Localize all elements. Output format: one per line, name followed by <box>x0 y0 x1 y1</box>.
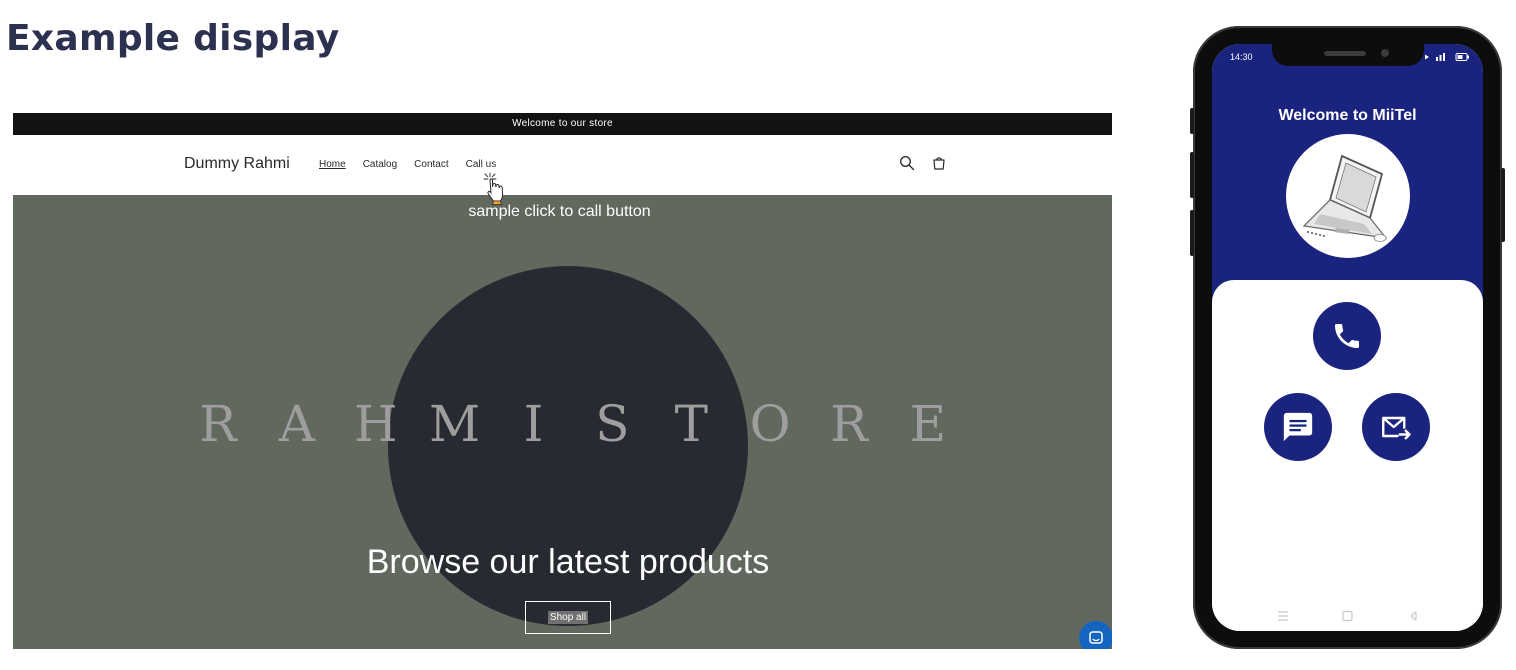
brand-letter: R <box>830 395 868 453</box>
store-nav: Home Catalog Contact Call us <box>319 159 496 170</box>
store-screenshot: Welcome to our store Dummy Rahmi Home Ca… <box>13 113 1112 649</box>
phone-screen: 14:30 Welcome to MiiTel <box>1212 44 1483 631</box>
call-button[interactable] <box>1313 302 1381 370</box>
brand-letter: I <box>523 395 544 453</box>
page-heading: Example display <box>6 18 340 59</box>
hand-pointer-icon <box>483 172 504 205</box>
cart-icon[interactable] <box>931 155 947 171</box>
chat-widget-button[interactable] <box>1079 621 1112 649</box>
phone-header: 14:30 Welcome to MiiTel <box>1212 44 1483 306</box>
mail-forward-icon <box>1382 416 1411 440</box>
welcome-title: Welcome to MiiTel <box>1278 107 1417 124</box>
brand-letter: H <box>353 395 398 453</box>
email-button[interactable] <box>1362 393 1430 461</box>
hero-title: Browse our latest products <box>366 543 770 581</box>
announcement-bar: Welcome to our store <box>13 113 1112 135</box>
brand-letter: S <box>595 395 630 453</box>
hero-banner: sample click to call button R A H M I S … <box>13 195 1112 649</box>
brand-letter: A <box>278 395 315 453</box>
store-logo-text[interactable]: Dummy Rahmi <box>184 155 290 173</box>
brand-letter: E <box>909 395 947 453</box>
phone-side-button <box>1190 108 1194 134</box>
brand-letter: T <box>674 395 708 453</box>
shop-all-label: Shop all <box>547 611 589 624</box>
brand-letter: O <box>749 395 791 453</box>
phone-icon <box>1335 324 1359 348</box>
chat-icon <box>1089 631 1103 644</box>
phone-side-button <box>1190 152 1194 198</box>
brand-letter: R <box>199 395 237 453</box>
shop-all-button[interactable]: Shop all <box>525 601 611 634</box>
brand-letter: M <box>429 395 481 453</box>
search-icon[interactable] <box>899 155 915 171</box>
notch-camera <box>1381 49 1389 57</box>
nav-catalog[interactable]: Catalog <box>363 159 397 170</box>
nav-call-us[interactable]: Call us <box>466 159 497 170</box>
sms-button[interactable] <box>1264 393 1332 461</box>
store-header: Dummy Rahmi Home Catalog Contact Call us <box>13 135 1112 195</box>
notch-speaker <box>1324 51 1366 56</box>
phone-notch <box>1272 44 1424 66</box>
nav-contact[interactable]: Contact <box>414 159 448 170</box>
hero-brand-wordmark: R A H M I S T O R E <box>188 395 958 453</box>
android-nav-bar <box>1278 610 1417 622</box>
status-time: 14:30 <box>1230 52 1253 62</box>
status-icons <box>1425 53 1469 61</box>
contact-card <box>1212 280 1483 631</box>
phone-power-button <box>1501 168 1505 242</box>
call-button-callout: sample click to call button <box>468 203 651 220</box>
nav-home[interactable]: Home <box>319 159 346 170</box>
phone-mockup: 14:30 Welcome to MiiTel <box>1190 26 1505 649</box>
phone-side-button <box>1190 210 1194 256</box>
message-icon <box>1283 412 1313 442</box>
laptop-icon <box>1302 154 1388 242</box>
laptop-illustration <box>1286 134 1410 258</box>
